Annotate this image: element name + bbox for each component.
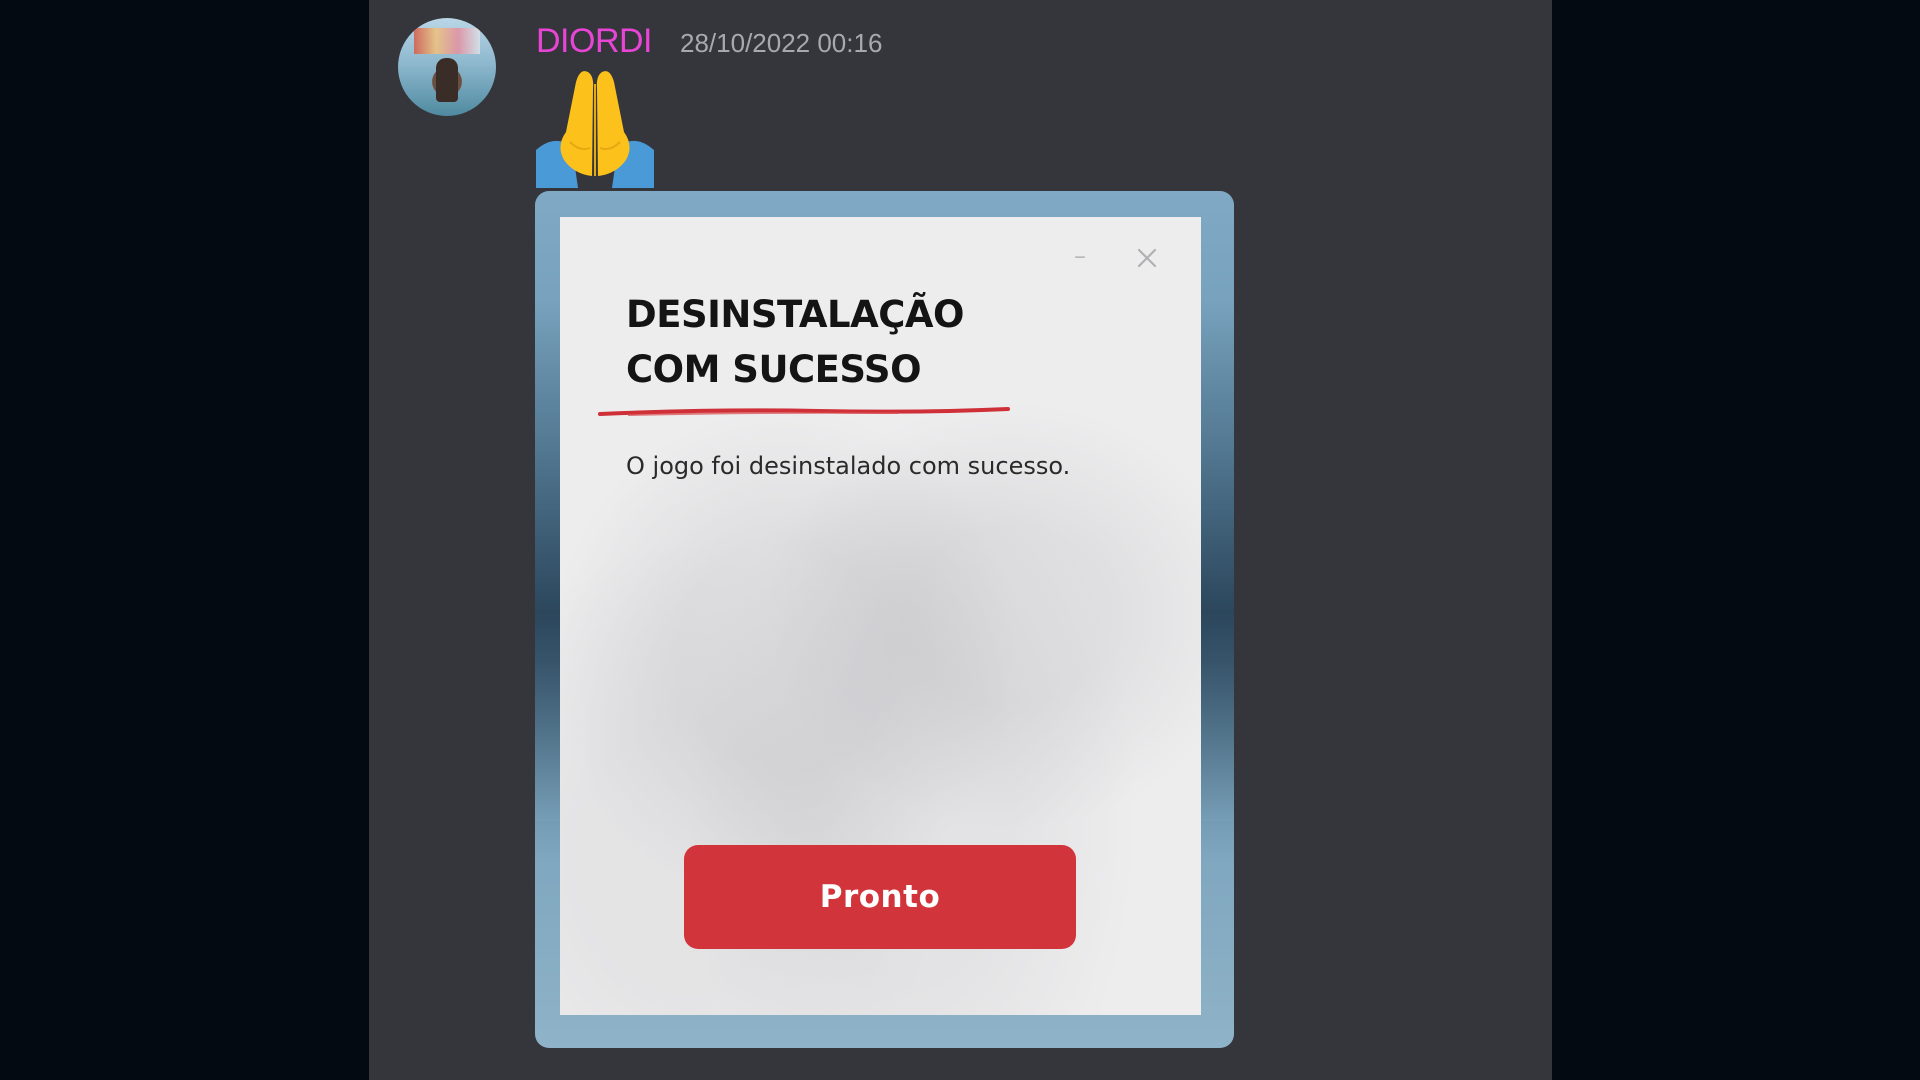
user-avatar[interactable] xyxy=(398,18,496,116)
dialog-message: O jogo foi desinstalado com sucesso. xyxy=(626,452,1071,480)
message-author[interactable]: DIORDI xyxy=(536,18,653,64)
folded-hands-icon xyxy=(536,71,654,188)
dialog-title-line1: DESINSTALAÇÃO xyxy=(626,293,964,336)
dialog-title-line2: COM SUCESSO xyxy=(626,348,922,391)
minimize-icon[interactable]: – xyxy=(1068,244,1092,271)
dialog-title: DESINSTALAÇÃO COM SUCESSO xyxy=(626,287,964,397)
message-timestamp: 28/10/2022 00:16 xyxy=(680,28,883,58)
avatar-figure xyxy=(436,58,458,102)
title-underline xyxy=(598,407,1010,416)
uninstall-dialog: – DESINSTALAÇÃO COM SUCESSO O jogo foi d… xyxy=(560,217,1201,1015)
avatar-background xyxy=(414,28,480,54)
done-button[interactable]: Pronto xyxy=(684,845,1076,949)
close-icon[interactable] xyxy=(1134,245,1160,271)
